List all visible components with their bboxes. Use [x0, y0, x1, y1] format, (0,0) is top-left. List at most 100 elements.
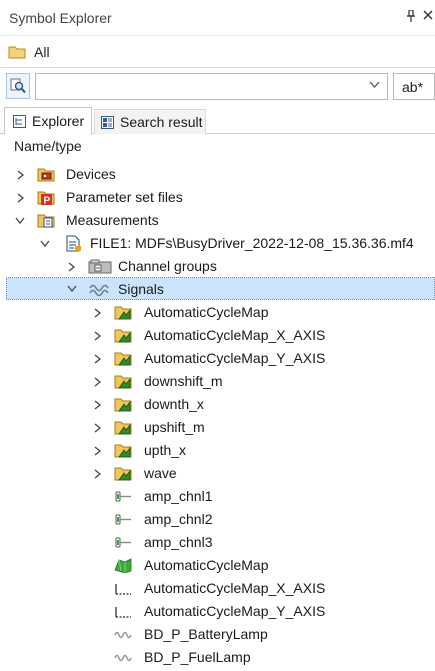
axis-signal-icon [115, 584, 131, 595]
tab-search-result-label: Search result [120, 114, 203, 130]
tree-item-parameter-set-files[interactable]: P Parameter set files [0, 186, 435, 209]
chevron-down-icon[interactable] [38, 232, 52, 255]
tree-item-signal-folder[interactable]: AutomaticCycleMap_X_AXIS [0, 324, 435, 347]
chevron-right-icon[interactable] [90, 347, 104, 370]
tree-item-label: AutomaticCycleMap_Y_AXIS [144, 603, 326, 619]
tree-item-label: AutomaticCycleMap_Y_AXIS [144, 350, 326, 366]
tree-item-label: amp_chnl2 [144, 511, 213, 527]
signals-wave-icon [89, 284, 109, 297]
tree-item-signal[interactable]: AutomaticCycleMap [0, 554, 435, 577]
close-icon[interactable] [423, 8, 433, 23]
tree-item-label: FILE1: MDFs\BusyDriver_2022-12-08_15.36.… [90, 235, 414, 251]
tree-item-file1[interactable]: FILE1: MDFs\BusyDriver_2022-12-08_15.36.… [0, 232, 435, 255]
tree-item-label: downshift_m [144, 373, 223, 389]
chevron-right-icon[interactable] [90, 462, 104, 485]
tree-item-label: Channel groups [118, 258, 217, 274]
chevron-right-icon[interactable] [90, 370, 104, 393]
filter-label: All [34, 43, 50, 60]
channel-signal-icon [115, 491, 131, 502]
axis-signal-icon [115, 607, 131, 618]
tree-item-signal-folder[interactable]: AutomaticCycleMap [0, 301, 435, 324]
chevron-right-icon[interactable] [13, 186, 27, 209]
map-signal-icon [114, 558, 132, 574]
svg-text:P: P [44, 196, 51, 207]
signal-folder-icon [114, 467, 132, 481]
chevron-down-icon[interactable] [369, 79, 380, 91]
tree-item-label: AutomaticCycleMap_X_AXIS [144, 580, 326, 596]
tree-item-signal[interactable]: BD_P_FuelLamp [0, 646, 435, 669]
signal-folder-icon [114, 329, 132, 343]
measurements-folder-icon [37, 214, 55, 228]
tree-item-label: AutomaticCycleMap [144, 557, 269, 573]
tree-item-signal[interactable]: AutomaticCycleMap_Y_AXIS [0, 600, 435, 623]
filter-selector[interactable]: All [0, 36, 435, 68]
tree-item-label: upshift_m [144, 419, 205, 435]
chevron-right-icon[interactable] [90, 416, 104, 439]
chevron-down-icon[interactable] [65, 277, 79, 300]
tree-item-signal[interactable]: AutomaticCycleMap_X_AXIS [0, 577, 435, 600]
tree-item-label: upth_x [144, 442, 187, 458]
signal-folder-icon [114, 375, 132, 389]
tab-search-result[interactable]: Search result [94, 109, 206, 134]
chevron-right-icon[interactable] [64, 255, 78, 278]
signal-folder-icon [114, 444, 132, 458]
tree-item-signal-folder[interactable]: wave [0, 462, 435, 485]
tree-item-label: amp_chnl1 [144, 488, 213, 504]
tree-item-label: Signals [118, 281, 164, 297]
search-row: ab* [0, 72, 435, 102]
chevron-right-icon[interactable] [90, 393, 104, 416]
devices-folder-icon [37, 168, 55, 182]
search-input[interactable] [35, 73, 388, 100]
tree-item-label: Devices [66, 166, 116, 182]
search-icon [10, 78, 26, 94]
panel-title: Symbol Explorer [9, 9, 112, 26]
parameter-file-icon: P [37, 191, 55, 207]
tab-explorer[interactable]: Explorer [4, 107, 92, 135]
tree-item-label: AutomaticCycleMap_X_AXIS [144, 327, 326, 343]
wave-signal-icon [114, 654, 132, 662]
tree-item-signal-folder[interactable]: downth_x [0, 393, 435, 416]
channel-signal-icon [115, 537, 131, 548]
pin-icon[interactable] [406, 9, 416, 25]
tree-item-label: Measurements [66, 212, 159, 228]
search-result-tab-icon [101, 115, 114, 129]
search-mode-dropdown[interactable]: ab* [393, 73, 435, 100]
tree-item-label: BD_P_FuelLamp [144, 649, 251, 665]
tree-item-label: Parameter set files [66, 189, 183, 205]
chevron-right-icon[interactable] [13, 163, 27, 186]
tree-item-signal[interactable]: amp_chnl2 [0, 508, 435, 531]
column-header: Name/type [14, 138, 82, 154]
chevron-down-icon[interactable] [13, 209, 27, 232]
tree-item-signal[interactable]: amp_chnl3 [0, 531, 435, 554]
signal-folder-icon [114, 398, 132, 412]
tree-item-signal-folder[interactable]: AutomaticCycleMap_Y_AXIS [0, 347, 435, 370]
explorer-tab-icon [13, 114, 26, 128]
chevron-right-icon[interactable] [90, 301, 104, 324]
mdf-file-icon [66, 235, 81, 252]
tree-item-signal-folder[interactable]: upth_x [0, 439, 435, 462]
chevron-right-icon[interactable] [90, 439, 104, 462]
signal-folder-icon [114, 421, 132, 435]
panel-titlebar: Symbol Explorer [0, 0, 435, 36]
tree-item-channel-groups[interactable]: Channel groups [0, 255, 435, 278]
tree-item-signal[interactable]: amp_chnl1 [0, 485, 435, 508]
tab-explorer-label: Explorer [32, 113, 85, 129]
search-mode-label: ab* [402, 78, 424, 95]
folder-icon [8, 46, 26, 58]
tree-item-devices[interactable]: Devices [0, 163, 435, 186]
channel-groups-icon [88, 259, 112, 274]
tree-item-signal-folder[interactable]: upshift_m [0, 416, 435, 439]
tree-item-label: downth_x [144, 396, 204, 412]
search-button[interactable] [6, 73, 30, 99]
tree-item-label: amp_chnl3 [144, 534, 213, 550]
tree-item-measurements[interactable]: Measurements [0, 209, 435, 232]
channel-signal-icon [115, 514, 131, 525]
tree-item-signals[interactable]: Signals [6, 277, 435, 300]
tree-item-label: AutomaticCycleMap [144, 304, 269, 320]
wave-signal-icon [114, 631, 132, 639]
tree-item-signal[interactable]: BD_P_BatteryLamp [0, 623, 435, 646]
signal-folder-icon [114, 352, 132, 366]
tree-item-signal-folder[interactable]: downshift_m [0, 370, 435, 393]
signal-folder-icon [114, 306, 132, 320]
chevron-right-icon[interactable] [90, 324, 104, 347]
